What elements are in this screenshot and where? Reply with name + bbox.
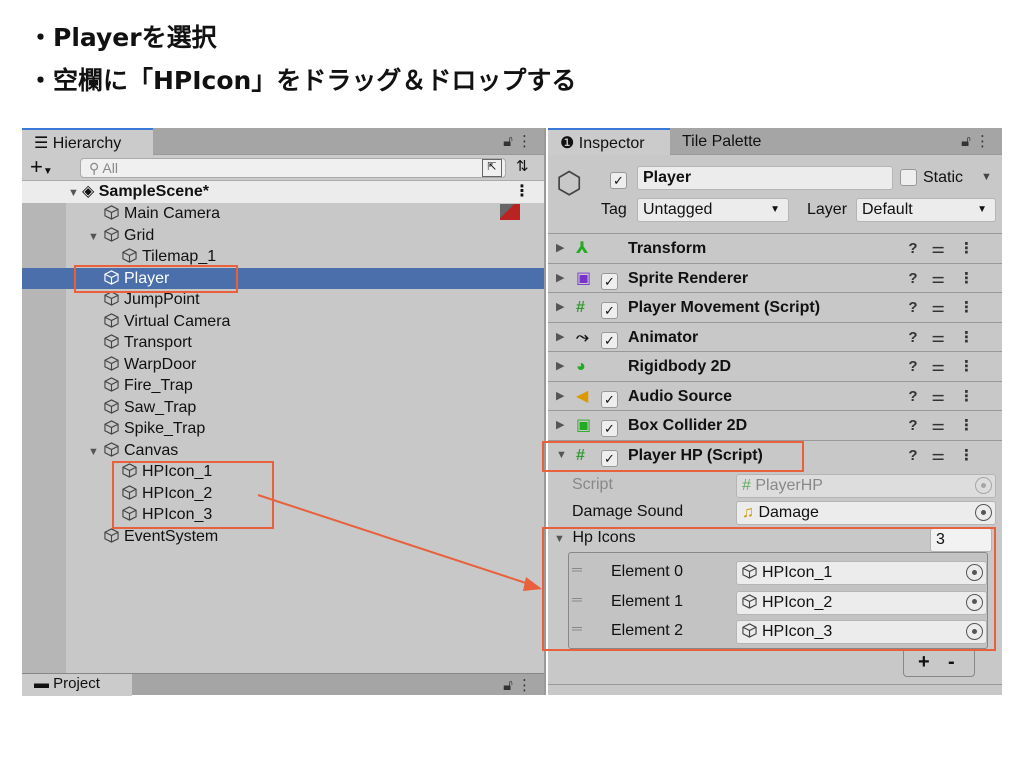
drag-arrow — [257, 494, 542, 591]
